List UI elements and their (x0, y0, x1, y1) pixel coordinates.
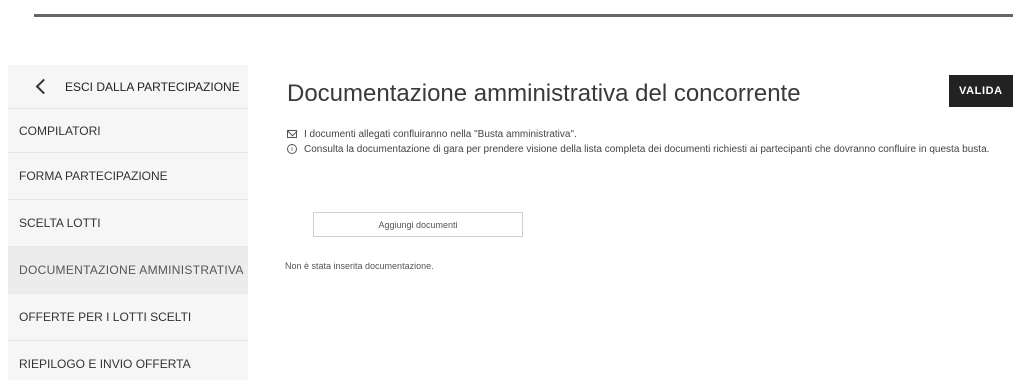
sidebar-item-label: OFFERTE PER I LOTTI SCELTI (19, 310, 192, 324)
sidebar-item-label: COMPILATORI (19, 123, 101, 138)
sidebar-item-riepilogo-invio[interactable]: RIEPILOGO E INVIO OFFERTA (8, 341, 248, 380)
page-title: Documentazione amministrativa del concor… (287, 80, 801, 107)
note-info-line: i Consulta la documentazione di gara per… (287, 142, 1013, 157)
valida-button[interactable]: VALIDA (949, 75, 1013, 107)
empty-documentation-message: Non è stata inserita documentazione. (285, 261, 434, 271)
sidebar-item-offerte-lotti[interactable]: OFFERTE PER I LOTTI SCELTI (8, 294, 248, 341)
envelope-icon (287, 130, 297, 138)
sidebar-item-scelta-lotti[interactable]: SCELTA LOTTI (8, 200, 248, 247)
sidebar-item-label: RIEPILOGO E INVIO OFFERTA (19, 357, 191, 371)
sidebar-item-label: SCELTA LOTTI (19, 216, 101, 230)
sidebar-item-documentazione-amministrativa[interactable]: DOCUMENTAZIONE AMMINISTRATIVA (8, 247, 248, 294)
info-block: I documenti allegati confluiranno nella … (287, 127, 1013, 157)
exit-participation-link[interactable]: ESCI DALLA PARTECIPAZIONE (8, 65, 248, 109)
mail-info-line: I documenti allegati confluiranno nella … (287, 127, 1013, 142)
chevron-left-icon (35, 78, 52, 95)
sidebar-item-compilatori[interactable]: COMPILATORI (8, 109, 248, 153)
sidebar: ESCI DALLA PARTECIPAZIONE COMPILATORI FO… (8, 65, 248, 380)
mail-info-text: I documenti allegati confluiranno nella … (304, 129, 577, 140)
sidebar-item-forma-partecipazione[interactable]: FORMA PARTECIPAZIONE (8, 153, 248, 200)
info-icon: i (287, 144, 297, 154)
top-divider (34, 14, 1013, 17)
exit-participation-label: ESCI DALLA PARTECIPAZIONE (65, 79, 240, 94)
note-info-text: Consulta la documentazione di gara per p… (304, 144, 990, 155)
page-root: ESCI DALLA PARTECIPAZIONE COMPILATORI FO… (0, 0, 1013, 380)
sidebar-item-label: DOCUMENTAZIONE AMMINISTRATIVA (19, 263, 244, 277)
add-documents-button[interactable]: Aggiungi documenti (313, 212, 523, 237)
sidebar-item-label: FORMA PARTECIPAZIONE (19, 169, 168, 183)
